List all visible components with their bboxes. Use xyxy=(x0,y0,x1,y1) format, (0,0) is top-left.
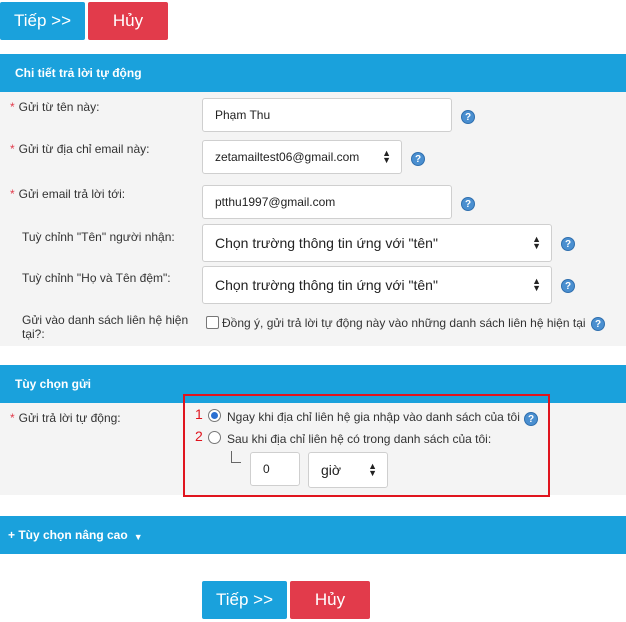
from-email-select[interactable]: zetamailtest06@gmail.com ▲ ▼ xyxy=(202,140,402,174)
details-section-body: * Gửi từ tên này: Phạm Thu ? * Gửi từ địa … xyxy=(0,92,626,346)
bottom-cancel-button[interactable]: Hủy xyxy=(290,581,370,619)
select-caret-icon: ▲ ▼ xyxy=(532,234,541,251)
custom-fullname-value: Chọn trường thông tin ứng với "tên" xyxy=(215,277,438,293)
help-icon[interactable]: ? xyxy=(411,152,425,166)
help-icon[interactable]: ? xyxy=(561,279,575,293)
send-options-section-body: * Gửi trả lời tự động: 1 Ngay khi địa chỉ… xyxy=(0,394,626,497)
immediate-radio-label: Ngay khi địa chỉ liên hệ gia nhập vào da… xyxy=(227,410,520,424)
delay-unit-select[interactable]: giờ ▲ ▼ xyxy=(308,452,388,488)
help-icon[interactable]: ? xyxy=(461,197,475,211)
custom-fullname-select[interactable]: Chọn trường thông tin ứng với "tên" ▲ ▼ xyxy=(202,266,552,304)
existing-lists-label: Gửi vào danh sách liên hệ hiện tại?: xyxy=(22,313,189,341)
reply-to-input[interactable]: ptthu1997@gmail.com xyxy=(202,185,452,219)
custom-name-value: Chọn trường thông tin ứng với "tên" xyxy=(215,235,438,251)
custom-name-label: Tuỳ chỉnh "Tên" người nhận: xyxy=(22,230,175,244)
advanced-options-title: + Tùy chọn nâng cao xyxy=(8,528,128,542)
select-caret-icon: ▲ ▼ xyxy=(382,148,391,165)
help-icon[interactable]: ? xyxy=(461,110,475,124)
from-email-value: zetamailtest06@gmail.com xyxy=(215,150,360,164)
tree-connector xyxy=(231,451,241,463)
option-1-marker: 1 xyxy=(195,406,203,422)
top-cancel-button[interactable]: Hủy xyxy=(88,2,168,40)
delay-unit-value: giờ xyxy=(321,462,342,478)
bottom-next-button[interactable]: Tiếp >> xyxy=(202,581,287,619)
advanced-options-header[interactable]: + Tùy chọn nâng cao ▼ xyxy=(0,516,626,554)
custom-fullname-label: Tuỳ chỉnh "Họ và Tên đệm": xyxy=(22,271,171,285)
help-icon[interactable]: ? xyxy=(591,317,605,331)
custom-name-select[interactable]: Chọn trường thông tin ứng với "tên" ▲ ▼ xyxy=(202,224,552,262)
from-email-label: * Gửi từ địa chỉ email này: xyxy=(10,142,150,156)
select-caret-icon: ▲ ▼ xyxy=(368,461,377,478)
from-name-input[interactable]: Phạm Thu xyxy=(202,98,452,132)
select-caret-icon: ▲ ▼ xyxy=(532,276,541,293)
option-2-marker: 2 xyxy=(195,428,203,444)
existing-lists-checkbox[interactable] xyxy=(206,316,219,329)
delayed-radio-label: Sau khi địa chỉ liên hệ có trong danh sá… xyxy=(227,432,492,446)
details-section-header: Chi tiết trả lời tự động xyxy=(0,54,626,92)
chevron-down-icon: ▼ xyxy=(133,531,143,542)
help-icon[interactable]: ? xyxy=(561,237,575,251)
reply-to-label: * Gửi email trả lời tới: xyxy=(10,187,126,201)
delay-value-input[interactable]: 0 xyxy=(250,452,300,486)
top-next-button[interactable]: Tiếp >> xyxy=(0,2,85,40)
delayed-radio[interactable] xyxy=(208,431,221,444)
send-autoreply-label: * Gửi trả lời tự động: xyxy=(10,411,121,425)
immediate-radio[interactable] xyxy=(208,409,221,422)
existing-lists-checkbox-text: Đồng ý, gửi trả lời tự động này vào nhữn… xyxy=(222,316,586,330)
from-name-label: * Gửi từ tên này: xyxy=(10,100,100,114)
help-icon[interactable]: ? xyxy=(524,412,538,426)
